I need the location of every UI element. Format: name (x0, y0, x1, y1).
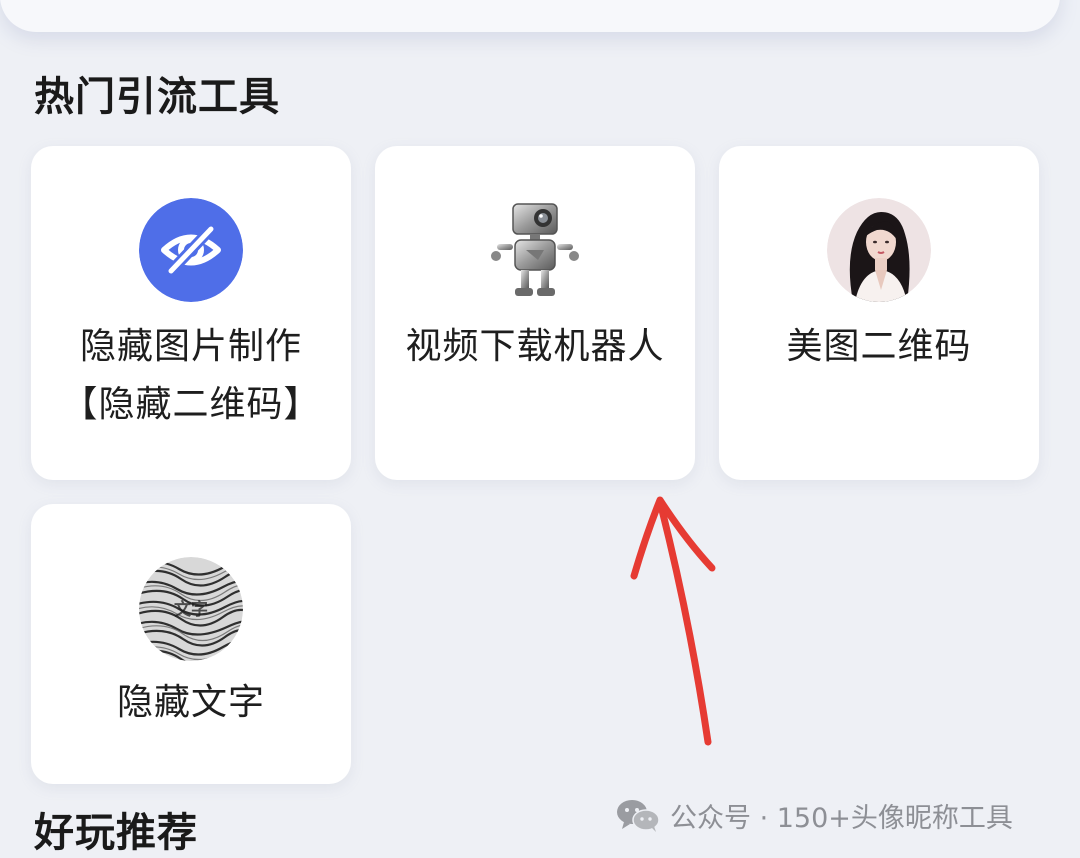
wechat-watermark: 公众号 · 150+头像昵称工具 (616, 795, 1013, 835)
section-title-fun-recommend: 好玩推荐 (34, 810, 198, 856)
section-title-hot-tools: 热门引流工具 (34, 74, 280, 120)
red-arrow-annotation (630, 496, 716, 746)
watermark-text: 公众号 · 150+头像昵称工具 (670, 802, 1013, 834)
tool-label: 隐藏文字 (41, 674, 341, 732)
tool-label-line: 视频下载机器人 (405, 326, 665, 367)
wechat-icon (617, 800, 660, 832)
tool-card-beauty-qrcode[interactable]: 美图二维码 (719, 146, 1039, 480)
tool-label-line: 隐藏文字 (116, 682, 265, 723)
tool-card-hidden-image[interactable]: 隐藏图片制作 【隐藏二维码】 (31, 146, 351, 480)
previous-card-edge (0, 0, 1060, 32)
tool-label-line: 美图二维码 (786, 326, 972, 367)
tool-label: 隐藏图片制作 【隐藏二维码】 (41, 318, 341, 434)
tool-label-line: 隐藏图片制作 (79, 326, 302, 367)
hidden-text-icon: 文字 (139, 557, 243, 661)
hidden-text-icon-text: 文字 (174, 599, 208, 620)
tool-label: 美图二维码 (729, 318, 1029, 376)
hidden-eye-icon (139, 198, 243, 302)
tool-label: 视频下载机器人 (385, 318, 685, 376)
tool-card-hidden-text[interactable]: 文字 隐藏文字 (31, 504, 351, 784)
tool-label-line: 【隐藏二维码】 (61, 384, 321, 425)
portrait-avatar-icon (827, 198, 931, 302)
tool-card-video-download-robot[interactable]: 视频下载机器人 (375, 146, 695, 480)
robot-camera-icon (483, 198, 587, 302)
